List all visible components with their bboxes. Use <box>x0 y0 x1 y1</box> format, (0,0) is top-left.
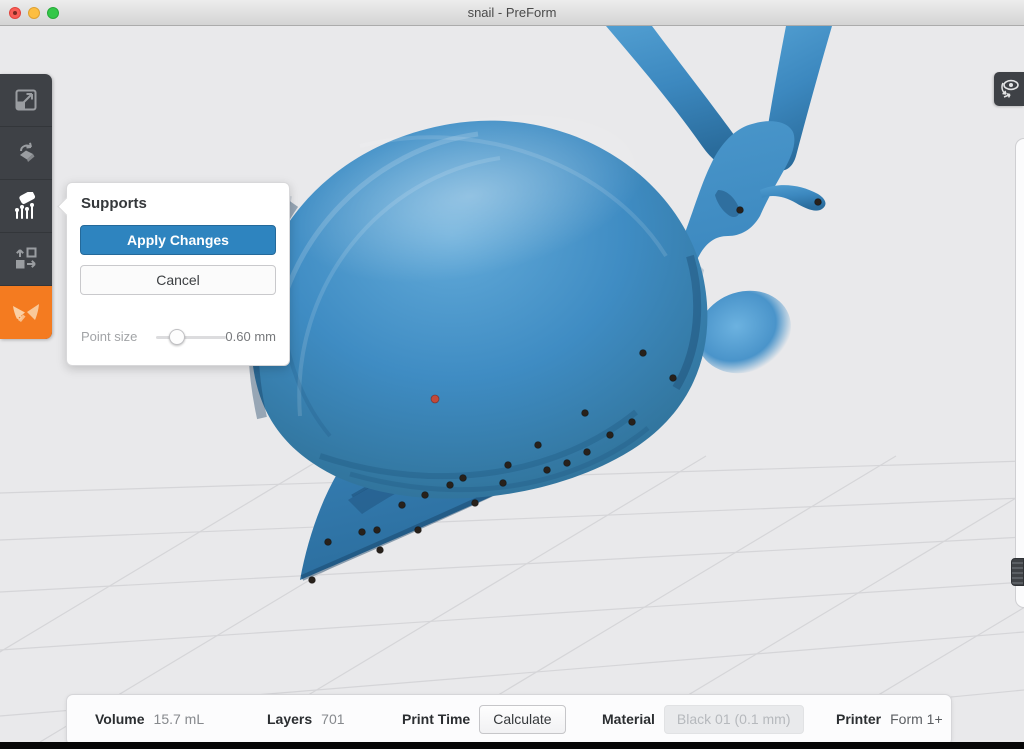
support-point[interactable] <box>584 449 591 456</box>
point-size-value: 0.60 mm <box>225 329 276 344</box>
support-point[interactable] <box>544 467 551 474</box>
layer-height-slider-handle[interactable] <box>1011 558 1024 586</box>
support-point[interactable] <box>737 207 744 214</box>
calculate-button[interactable]: Calculate <box>479 705 565 734</box>
support-point[interactable] <box>422 492 429 499</box>
supports-icon <box>12 192 40 220</box>
support-point[interactable] <box>815 199 822 206</box>
layers-value: 701 <box>321 711 344 727</box>
support-point[interactable] <box>460 475 467 482</box>
support-point[interactable] <box>447 482 454 489</box>
view-orbit-button[interactable] <box>994 72 1024 106</box>
support-point[interactable] <box>505 462 512 469</box>
tool-sidebar <box>0 74 52 339</box>
support-point[interactable] <box>377 547 384 554</box>
support-point[interactable] <box>309 577 316 584</box>
print-time-stat: Print Time Calculate <box>402 695 566 743</box>
point-size-slider-track[interactable] <box>156 336 226 339</box>
supports-panel: Supports Apply Changes Cancel Point size… <box>66 182 290 366</box>
support-point[interactable] <box>607 432 614 439</box>
print-time-label: Print Time <box>402 711 470 727</box>
formlabs-button[interactable] <box>0 286 52 339</box>
support-point[interactable] <box>535 442 542 449</box>
layout-icon <box>13 246 39 272</box>
snail-small-tentacle-right <box>760 185 825 211</box>
material-select[interactable]: Black 01 (0.1 mm) <box>664 705 804 734</box>
support-point[interactable] <box>472 500 479 507</box>
print-status-bar: Volume 15.7 mL Layers 701 Print Time Cal… <box>66 694 952 746</box>
layers-stat: Layers 701 <box>267 695 345 743</box>
printer-label: Printer <box>836 711 881 727</box>
selected-support-point[interactable] <box>431 395 439 403</box>
3d-viewport-canvas[interactable] <box>0 26 1024 742</box>
material-label: Material <box>602 711 655 727</box>
volume-value: 15.7 mL <box>154 711 205 727</box>
support-point[interactable] <box>640 350 647 357</box>
support-point[interactable] <box>415 527 422 534</box>
support-point[interactable] <box>564 460 571 467</box>
orient-rotate-icon <box>13 140 39 166</box>
support-point[interactable] <box>670 375 677 382</box>
point-size-slider[interactable] <box>156 327 226 347</box>
window-bottom-frame <box>0 742 1024 749</box>
support-point[interactable] <box>500 480 507 487</box>
view-orbit-icon <box>998 77 1020 101</box>
app-window: snail - PreForm <box>0 0 1024 749</box>
support-point[interactable] <box>399 502 406 509</box>
point-size-row: Point size 0.60 mm <box>80 327 276 347</box>
layers-label: Layers <box>267 711 312 727</box>
supports-panel-title: Supports <box>81 195 147 212</box>
support-point[interactable] <box>359 529 366 536</box>
support-point[interactable] <box>374 527 381 534</box>
layer-height-slider-track[interactable] <box>1015 138 1024 608</box>
support-point[interactable] <box>582 410 589 417</box>
window-title: snail - PreForm <box>0 0 1024 26</box>
formlabs-butterfly-icon <box>11 299 41 327</box>
scale-icon <box>13 87 39 113</box>
printer-stat: Printer Form 1+ <box>836 695 943 743</box>
scale-tool-button[interactable] <box>0 74 52 127</box>
support-point[interactable] <box>325 539 332 546</box>
point-size-slider-handle[interactable] <box>169 329 185 345</box>
snail-3d-model[interactable] <box>252 26 832 580</box>
printer-value: Form 1+ <box>890 711 943 727</box>
apply-changes-button[interactable]: Apply Changes <box>80 225 276 255</box>
cancel-button[interactable]: Cancel <box>80 265 276 295</box>
volume-stat: Volume 15.7 mL <box>95 695 204 743</box>
layout-tool-button[interactable] <box>0 233 52 286</box>
support-point[interactable] <box>629 419 636 426</box>
titlebar: snail - PreForm <box>0 0 1024 26</box>
material-stat: Material Black 01 (0.1 mm) <box>602 695 804 743</box>
supports-tool-button[interactable] <box>0 180 52 233</box>
volume-label: Volume <box>95 711 145 727</box>
orient-tool-button[interactable] <box>0 127 52 180</box>
point-size-label: Point size <box>81 329 137 344</box>
